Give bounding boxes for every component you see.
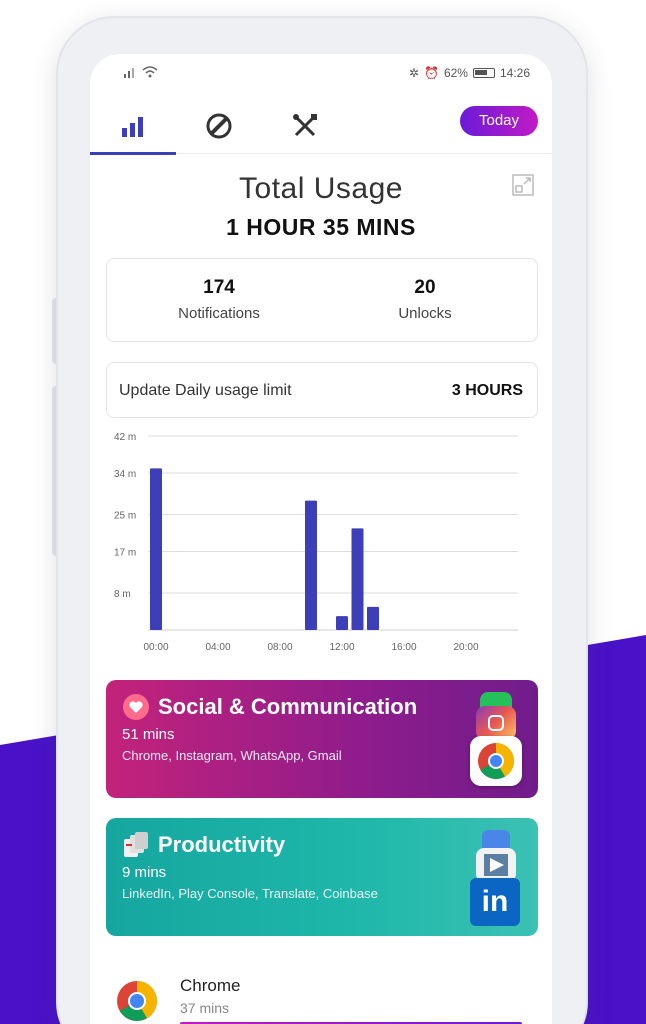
bar-chart-icon [122, 117, 143, 137]
signal-icon [124, 68, 134, 78]
notifications-stat: 174 Notifications [119, 277, 319, 322]
clock: 14:26 [499, 66, 530, 80]
app-icon-stack: in [470, 828, 524, 928]
category-title: Social & Communication [158, 694, 418, 719]
tab-usage[interactable] [90, 98, 176, 155]
stage: ✲ ⏰ 62% 14:26 Today Total Usage 1 HOUR 3… [0, 0, 646, 1024]
page-title: Total Usage [239, 172, 403, 205]
app-name: Chrome [180, 976, 241, 995]
status-bar: ✲ ⏰ 62% 14:26 [90, 62, 552, 86]
y-tick-label: 42 m [114, 432, 136, 443]
category-title: Productivity [158, 832, 286, 857]
category-time: 51 mins [122, 726, 175, 743]
category-card-social[interactable]: Social & Communication 51 mins Chrome, I… [106, 680, 538, 798]
battery-icon [472, 68, 495, 78]
heart-icon [123, 694, 149, 720]
chart-bar [305, 500, 317, 630]
chart-bar [351, 528, 364, 630]
usage-limit-value: 3 HOURS [451, 382, 523, 399]
usage-chart: 8 m 17 m 25 m 34 m 42 m 00:00 04:00 08:00 12:00 1… [114, 432, 518, 653]
y-tick-label: 8 m [114, 589, 131, 600]
play-console-icon [476, 848, 516, 882]
today-button[interactable]: Today [460, 106, 538, 136]
chart-bar [367, 606, 379, 630]
wifi-icon [142, 66, 158, 78]
total-usage-value: 1 HOUR 35 MINS [226, 214, 416, 240]
chart-bar [336, 616, 348, 630]
x-tick-label: 20:00 [453, 642, 478, 653]
unlocks-label: Unlocks [398, 305, 452, 322]
x-tick-label: 00:00 [143, 642, 168, 653]
docs-icon [124, 832, 148, 857]
x-tick-label: 04:00 [205, 642, 230, 653]
expand-icon[interactable] [512, 174, 534, 196]
chrome-icon [470, 736, 522, 786]
category-card-productivity[interactable]: Productivity 9 mins LinkedIn, Play Conso… [106, 818, 538, 936]
block-icon [206, 113, 232, 139]
battery-percent: 62% [443, 66, 468, 80]
usage-limit-card[interactable]: Update Daily usage limit 3 HOURS [106, 362, 538, 418]
notifications-count: 174 [203, 277, 235, 298]
alarm-icon: ⏰ [423, 66, 439, 80]
tools-icon [293, 114, 317, 137]
linkedin-icon: in [470, 878, 520, 926]
app-usage-time: 37 mins [180, 1000, 230, 1016]
category-apps: Chrome, Instagram, WhatsApp, Gmail [122, 748, 342, 763]
x-tick-label: 12:00 [329, 642, 354, 653]
vibrate-icon: ✲ [408, 66, 419, 80]
unlocks-count: 20 [414, 277, 436, 298]
list-item-app[interactable]: Chrome 37 mins [106, 964, 538, 1024]
x-tick-label: 16:00 [391, 642, 416, 653]
usage-limit-label: Update Daily usage limit [119, 382, 292, 399]
category-apps: LinkedIn, Play Console, Translate, Coinb… [122, 886, 378, 901]
y-tick-label: 17 m [114, 547, 136, 558]
instagram-icon [476, 706, 516, 740]
tab-block[interactable] [176, 98, 262, 154]
stats-card: 174 Notifications 20 Unlocks [106, 258, 538, 342]
category-time: 9 mins [122, 864, 167, 881]
y-tick-label: 25 m [114, 511, 136, 522]
y-tick-label: 34 m [114, 469, 136, 480]
chrome-icon [117, 981, 157, 1021]
chart-bar [150, 468, 162, 630]
notifications-label: Notifications [178, 305, 260, 322]
unlocks-stat: 20 Unlocks [325, 277, 525, 322]
app-screen: ✲ ⏰ 62% 14:26 Today Total Usage 1 HOUR 3… [90, 54, 552, 1024]
app-icon-stack [470, 690, 524, 790]
x-tick-label: 08:00 [267, 642, 292, 653]
tab-tools[interactable] [262, 98, 348, 154]
